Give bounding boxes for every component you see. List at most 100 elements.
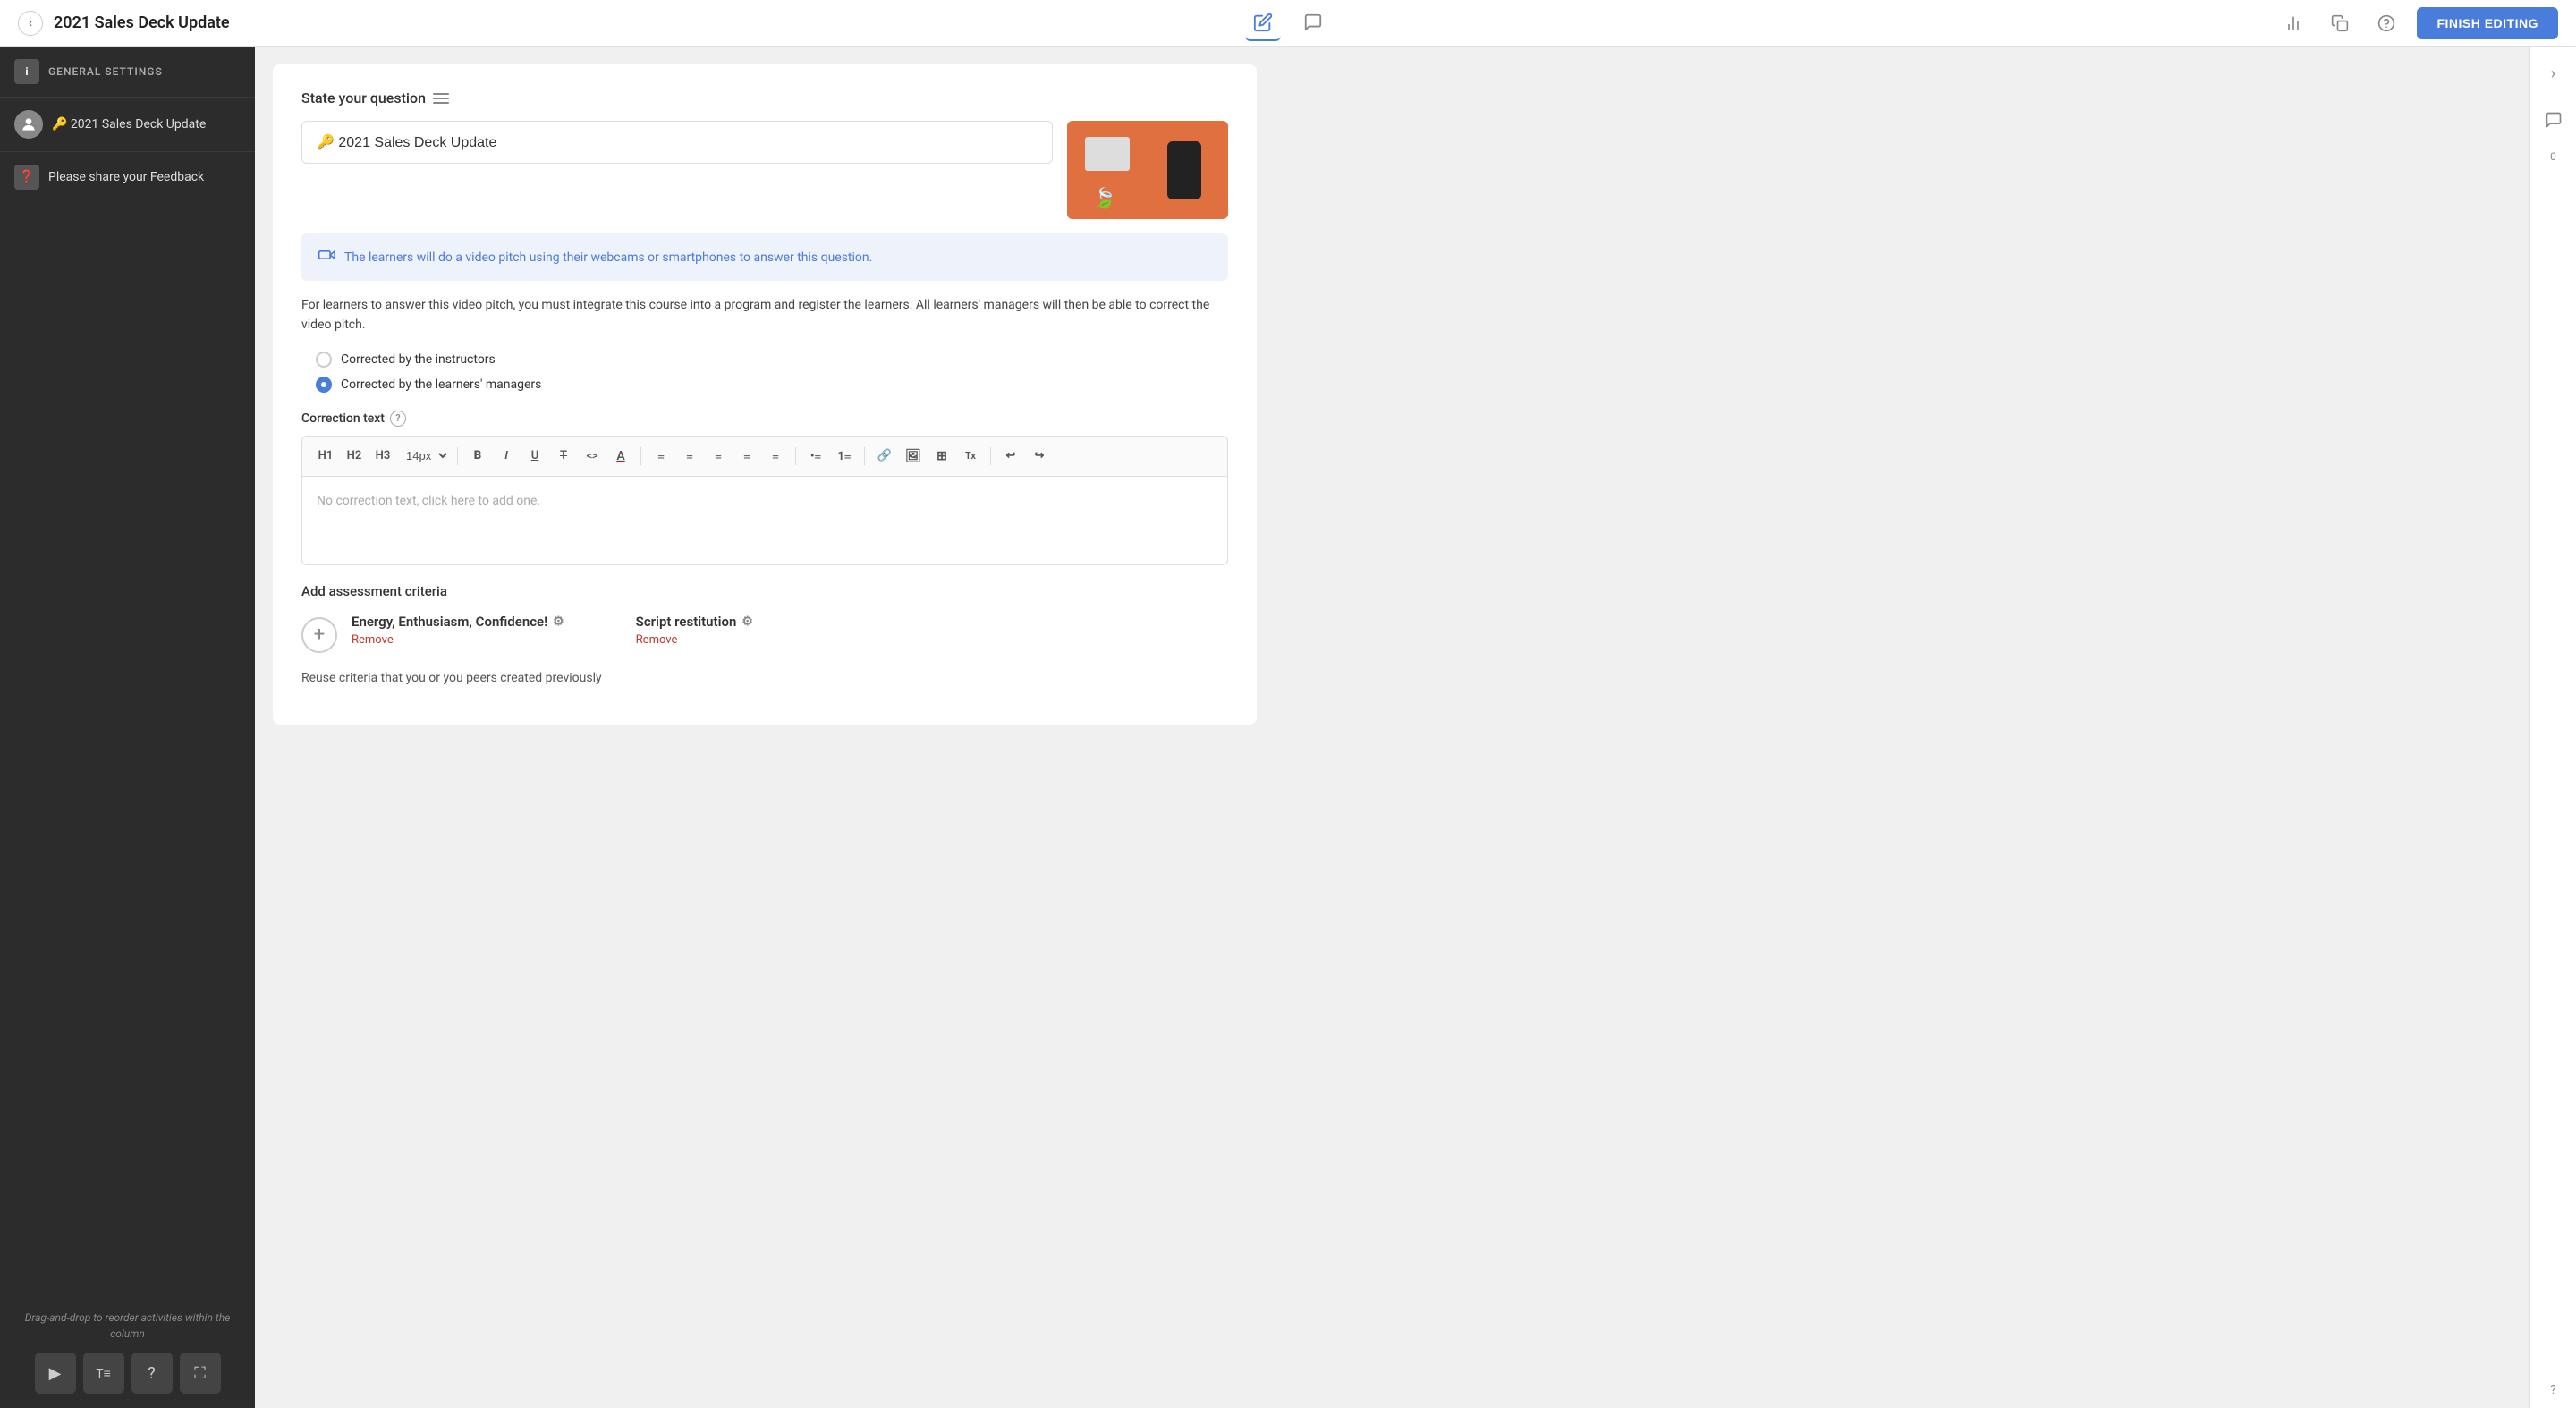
sidebar-feedback-label: Please share your Feedback xyxy=(48,170,204,184)
criteria-gear-0[interactable]: ⚙ xyxy=(553,615,564,629)
right-panel-chat[interactable] xyxy=(2538,104,2570,136)
page-title: 2021 Sales Deck Update xyxy=(54,13,230,32)
assessment-label: Add assessment criteria xyxy=(301,583,1228,599)
toolbar-table[interactable]: ⊞ xyxy=(929,444,954,469)
radio-circle-managers[interactable] xyxy=(316,377,332,393)
content-area: State your question 🍃 xyxy=(255,47,2529,1408)
toolbar-strike[interactable]: T xyxy=(551,444,576,469)
video-pitch-notice: The learners will do a video pitch using… xyxy=(301,233,1228,281)
criteria-remove-1[interactable]: Remove xyxy=(636,633,753,647)
toolbar-divider-4 xyxy=(864,447,865,465)
toolbar-link[interactable]: 🔗 xyxy=(872,444,897,469)
tool-question[interactable]: ? xyxy=(131,1353,173,1394)
criteria-remove-0[interactable]: Remove xyxy=(352,633,564,647)
content-card: State your question 🍃 xyxy=(273,64,1257,725)
sidebar-item-label: 🔑 2021 Sales Deck Update xyxy=(52,117,206,131)
add-criteria-button[interactable]: + xyxy=(301,617,337,653)
avatar xyxy=(14,110,43,139)
help-icon[interactable] xyxy=(2370,7,2402,39)
topbar: ‹ 2021 Sales Deck Update FINISH EDITING xyxy=(0,0,2576,47)
toolbar-underline[interactable]: U xyxy=(522,444,547,469)
question-input-row: 🍃 xyxy=(301,121,1228,219)
toolbar-align-center[interactable]: ≡ xyxy=(677,444,702,469)
video-pitch-text: The learners will do a video pitch using… xyxy=(344,250,872,265)
tool-layout[interactable]: ⛶ xyxy=(180,1353,221,1394)
toolbar-color[interactable]: A xyxy=(608,444,633,469)
edit-mode-button[interactable] xyxy=(1245,5,1281,41)
toolbar-font-size[interactable]: 14px12px16px18px xyxy=(399,446,450,465)
toolbar-indent[interactable]: ≡ xyxy=(763,444,788,469)
state-question-label: State your question xyxy=(301,89,449,106)
analytics-icon[interactable] xyxy=(2277,7,2309,39)
toolbar-bold[interactable]: B xyxy=(465,444,490,469)
toolbar-undo[interactable]: ↩ xyxy=(998,444,1023,469)
toolbar-h3[interactable]: H3 xyxy=(370,444,395,469)
right-panel: › 0 ? xyxy=(2529,47,2576,1408)
criteria-item-1: Script restitution ⚙ Remove xyxy=(636,614,753,647)
toolbar-divider-2 xyxy=(640,447,641,465)
topbar-center xyxy=(1245,5,1331,41)
editor-body[interactable]: No correction text, click here to add on… xyxy=(301,476,1228,565)
right-panel-collapse[interactable]: › xyxy=(2538,57,2570,89)
criteria-items: Energy, Enthusiasm, Confidence! ⚙ Remove… xyxy=(352,614,1228,647)
topbar-left: ‹ 2021 Sales Deck Update xyxy=(18,11,2277,36)
toolbar-h1[interactable]: H1 xyxy=(313,444,338,469)
thumbnail-paper xyxy=(1085,137,1130,171)
criteria-name-0: Energy, Enthusiasm, Confidence! ⚙ xyxy=(352,614,564,630)
toolbar-numbered[interactable]: 1≡ xyxy=(832,444,857,469)
toolbar-bullet[interactable]: •≡ xyxy=(803,444,828,469)
sidebar-tools: ▶ T≡ ? ⛶ xyxy=(14,1353,241,1394)
video-pitch-icon xyxy=(318,246,335,268)
comment-count: 0 xyxy=(2550,150,2556,163)
question-input[interactable] xyxy=(301,121,1053,164)
info-text: For learners to answer this video pitch,… xyxy=(301,295,1228,335)
general-settings-label: GENERAL SETTINGS xyxy=(48,65,163,78)
radio-item-instructors[interactable]: Corrected by the instructors xyxy=(316,352,1228,368)
criteria-item-0: Energy, Enthusiasm, Confidence! ⚙ Remove xyxy=(352,614,564,647)
duplicate-icon[interactable] xyxy=(2324,7,2356,39)
finish-editing-button[interactable]: FINISH EDITING xyxy=(2417,7,2558,39)
question-thumbnail: 🍃 xyxy=(1067,121,1228,219)
sidebar-bottom: Drag-and-drop to reorder activities with… xyxy=(0,1295,255,1408)
toolbar-align-right[interactable]: ≡ xyxy=(706,444,731,469)
editor-toolbar: H1 H2 H3 14px12px16px18px B I U T <> A ≡… xyxy=(301,436,1228,476)
radio-item-managers[interactable]: Corrected by the learners' managers xyxy=(316,377,1228,393)
toolbar-align-justify[interactable]: ≡ xyxy=(734,444,759,469)
toolbar-image[interactable]: 🖼 xyxy=(901,444,926,469)
chat-mode-button[interactable] xyxy=(1295,5,1331,41)
correction-label: Correction text ? xyxy=(301,411,1228,427)
sidebar: i GENERAL SETTINGS 🔑 2021 Sales Deck Upd… xyxy=(0,47,255,1408)
state-question-row: State your question xyxy=(301,89,1228,106)
reorder-icon[interactable] xyxy=(433,93,449,104)
sidebar-item-presentation[interactable]: 🔑 2021 Sales Deck Update xyxy=(0,98,255,152)
reuse-criteria-text: Reuse criteria that you or you peers cre… xyxy=(301,671,1228,685)
toolbar-redo[interactable]: ↪ xyxy=(1027,444,1052,469)
thumbnail-leaf: 🍃 xyxy=(1092,188,1116,210)
main-layout: i GENERAL SETTINGS 🔑 2021 Sales Deck Upd… xyxy=(0,47,2576,1408)
topbar-right: FINISH EDITING xyxy=(2277,7,2558,39)
general-settings-icon: i xyxy=(14,59,39,84)
thumbnail-phone xyxy=(1167,141,1201,199)
toolbar-align-left[interactable]: ≡ xyxy=(648,444,674,469)
criteria-gear-1[interactable]: ⚙ xyxy=(741,615,753,629)
toolbar-italic[interactable]: I xyxy=(494,444,519,469)
sidebar-item-feedback[interactable]: ❓ Please share your Feedback xyxy=(0,152,255,202)
radio-circle-instructors[interactable] xyxy=(316,352,332,368)
editor-placeholder: No correction text, click here to add on… xyxy=(317,494,540,508)
toolbar-h2[interactable]: H2 xyxy=(342,444,367,469)
tool-play[interactable]: ▶ xyxy=(35,1353,76,1394)
right-panel-help[interactable]: ? xyxy=(2550,1383,2556,1397)
back-button[interactable]: ‹ xyxy=(18,11,43,36)
toolbar-divider-5 xyxy=(990,447,991,465)
toolbar-divider-1 xyxy=(457,447,458,465)
correction-help-icon[interactable]: ? xyxy=(390,411,406,427)
sidebar-general-settings: i GENERAL SETTINGS xyxy=(0,47,255,98)
toolbar-clear-format[interactable]: Tx xyxy=(958,444,983,469)
toolbar-divider-3 xyxy=(795,447,796,465)
feedback-icon: ❓ xyxy=(14,165,39,190)
drag-hint: Drag-and-drop to reorder activities with… xyxy=(14,1310,241,1342)
toolbar-code[interactable]: <> xyxy=(580,444,605,469)
criteria-name-1: Script restitution ⚙ xyxy=(636,614,753,630)
criteria-row: + Energy, Enthusiasm, Confidence! ⚙ Remo… xyxy=(301,614,1228,653)
tool-text[interactable]: T≡ xyxy=(83,1353,124,1394)
